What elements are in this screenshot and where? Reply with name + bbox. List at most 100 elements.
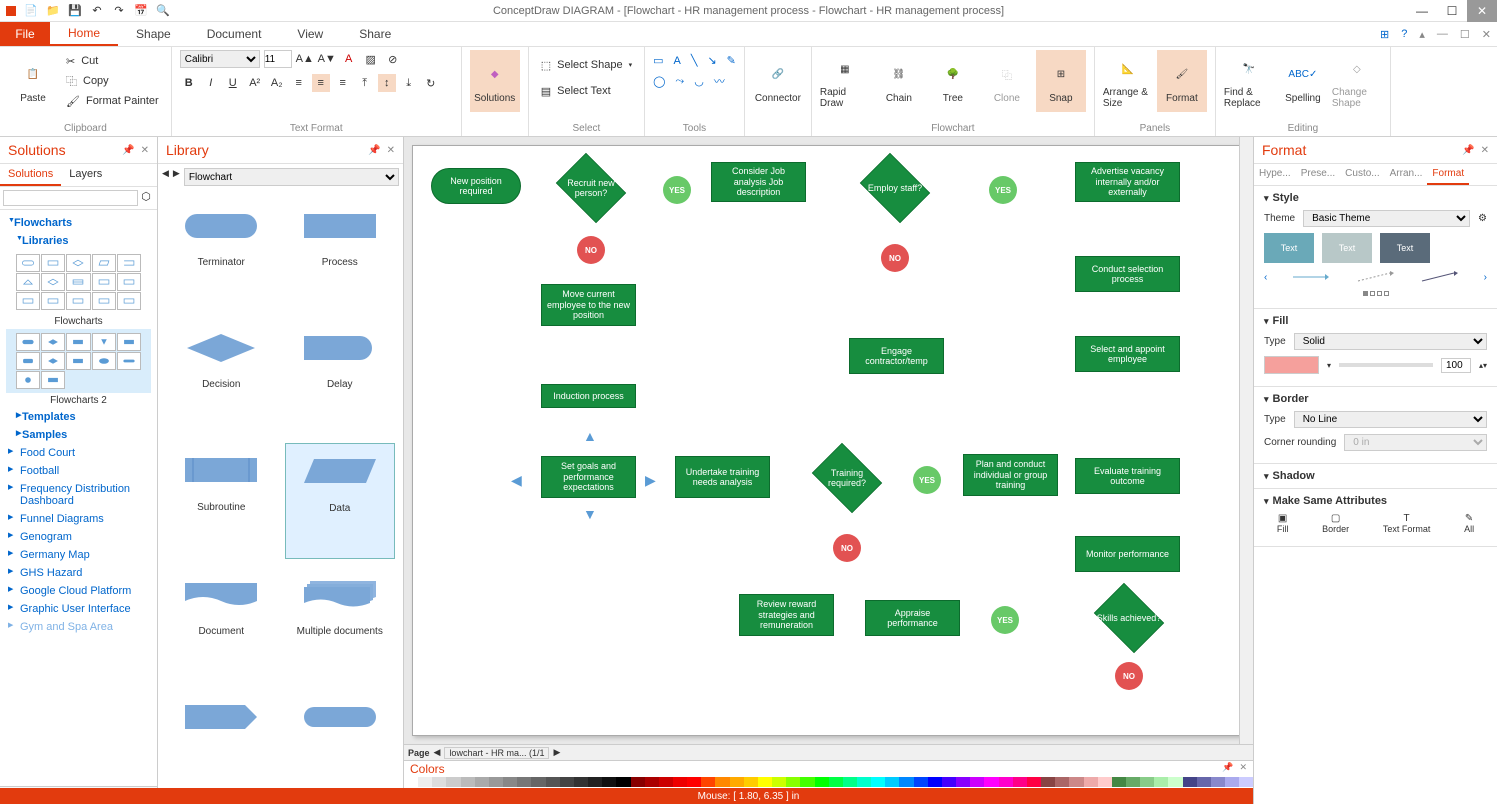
tab-view[interactable]: View xyxy=(279,22,341,46)
shape-multiple-documents[interactable]: Multiple documents xyxy=(285,567,396,681)
font-size-input[interactable] xyxy=(264,50,292,68)
page-next-icon[interactable]: ▶ xyxy=(553,747,560,758)
pin-icon[interactable]: 📌 xyxy=(122,145,134,156)
shape-document[interactable]: Document xyxy=(166,567,277,681)
shape-extra2[interactable] xyxy=(285,690,396,789)
spline-tool-icon[interactable]: 〰 xyxy=(714,73,725,89)
subscript-button[interactable]: A₂ xyxy=(268,74,286,92)
valign-mid-icon[interactable]: ↕ xyxy=(378,74,396,92)
underline-button[interactable]: U xyxy=(224,74,242,92)
new-file-icon[interactable]: 📄 xyxy=(24,4,38,18)
tree-item[interactable]: Funnel Diagrams xyxy=(6,510,151,528)
canvas[interactable]: New position required Recruit new person… xyxy=(412,145,1245,736)
spelling-button[interactable]: ABC✓Spelling xyxy=(1278,50,1328,112)
node-induction[interactable]: Induction process xyxy=(541,384,636,408)
flowcharts-node[interactable]: Flowcharts xyxy=(6,214,151,232)
node-evaluate[interactable]: Evaluate training outcome xyxy=(1075,458,1180,494)
align-right-icon[interactable]: ≡ xyxy=(334,74,352,92)
arrow-style-1[interactable] xyxy=(1291,269,1331,285)
copy-button[interactable]: ⿻Copy xyxy=(62,72,163,90)
node-advertise[interactable]: Advertise vacancy internally and/or exte… xyxy=(1075,162,1180,202)
valign-top-icon[interactable]: ⤒ xyxy=(356,74,374,92)
node-employ[interactable]: Employ staff? xyxy=(855,158,935,218)
shape-process[interactable]: Process xyxy=(285,198,396,312)
nav-arrow-down[interactable]: ▼ xyxy=(583,506,597,522)
page-tab[interactable]: lowchart - HR ma... (1/1 xyxy=(444,747,549,759)
arc-tool-icon[interactable]: ◡ xyxy=(694,75,704,88)
fmt-tab-hype[interactable]: Hype... xyxy=(1254,164,1296,185)
select-text-button[interactable]: ▤Select Text xyxy=(537,82,636,100)
lib-thumbs-1[interactable] xyxy=(6,250,151,314)
decrease-font-icon[interactable]: A▼ xyxy=(318,50,336,68)
tree-item[interactable]: Frequency Distribution Dashboard xyxy=(6,480,151,510)
node-recruit[interactable]: Recruit new person? xyxy=(551,158,631,218)
rect-tool-icon[interactable]: ▭ xyxy=(653,54,663,67)
theme-2[interactable]: Text xyxy=(1322,233,1372,263)
tree-item[interactable]: Graphic User Interface xyxy=(6,600,151,618)
node-consider[interactable]: Consider Job analysis Job description xyxy=(711,162,806,202)
tree-button[interactable]: 🌳Tree xyxy=(928,50,978,112)
border-header[interactable]: Border xyxy=(1264,393,1487,405)
nav-arrow-left[interactable]: ◀ xyxy=(511,472,522,489)
tree-item[interactable]: Gym and Spa Area xyxy=(6,618,151,636)
fmt-tab-format[interactable]: Format xyxy=(1427,164,1469,185)
node-conduct-selection[interactable]: Conduct selection process xyxy=(1075,256,1180,292)
align-left-icon[interactable]: ≡ xyxy=(290,74,308,92)
msa-border-button[interactable]: ▢Border xyxy=(1322,513,1349,534)
tree-item[interactable]: GHS Hazard xyxy=(6,564,151,582)
corner-select[interactable]: 0 in xyxy=(1344,434,1487,451)
superscript-button[interactable]: A² xyxy=(246,74,264,92)
redo-icon[interactable]: ↷ xyxy=(112,4,126,18)
theme-1[interactable]: Text xyxy=(1264,233,1314,263)
node-training-req[interactable]: Training required? xyxy=(807,448,887,508)
italic-button[interactable]: I xyxy=(202,74,220,92)
pin-icon[interactable]: 📌 xyxy=(368,145,380,156)
border-type-select[interactable]: No Line xyxy=(1294,411,1487,428)
format-painter-button[interactable]: 🖌Format Painter xyxy=(62,92,163,110)
layers-tab[interactable]: Layers xyxy=(61,164,110,186)
fill-header[interactable]: Fill xyxy=(1264,315,1487,327)
find-replace-button[interactable]: 🔭Find & Replace xyxy=(1224,50,1274,112)
fill-type-select[interactable]: Solid xyxy=(1294,333,1487,350)
vscrollbar[interactable] xyxy=(1239,137,1253,744)
libraries-node[interactable]: Libraries xyxy=(14,232,151,250)
fmt-tab-custo[interactable]: Custo... xyxy=(1340,164,1384,185)
page-prev-icon[interactable]: ◀ xyxy=(434,747,441,758)
no-3[interactable]: NO xyxy=(833,534,861,562)
rapid-draw-button[interactable]: ▦Rapid Draw xyxy=(820,50,870,112)
msa-text-button[interactable]: TText Format xyxy=(1383,513,1431,534)
nav-right-icon[interactable]: › xyxy=(1484,272,1487,283)
samples-node[interactable]: Samples xyxy=(14,426,151,444)
tab-home[interactable]: Home xyxy=(50,22,118,46)
arrow-tool-icon[interactable]: ↘ xyxy=(707,54,716,67)
clear-format-icon[interactable]: ⊘ xyxy=(384,50,402,68)
inner-min-icon[interactable]: — xyxy=(1437,28,1448,40)
make-same-header[interactable]: Make Same Attributes xyxy=(1264,495,1487,507)
node-skills[interactable]: Skills achieved? xyxy=(1089,588,1169,648)
solutions-button[interactable]: ◆ Solutions xyxy=(470,50,520,112)
nav-left-icon[interactable]: ‹ xyxy=(1264,272,1267,283)
ellipse-tool-icon[interactable]: ◯ xyxy=(653,75,665,88)
file-menu[interactable]: File xyxy=(0,22,50,46)
yes-4[interactable]: YES xyxy=(991,606,1019,634)
pen-tool-icon[interactable]: ✎ xyxy=(727,54,736,67)
pin-icon[interactable]: 📌 xyxy=(1222,762,1233,776)
tab-shape[interactable]: Shape xyxy=(118,22,189,46)
spin-icon[interactable]: ▴▾ xyxy=(1479,361,1487,370)
line-tool-icon[interactable]: ╲ xyxy=(691,54,698,67)
help-icon[interactable]: ? xyxy=(1401,28,1407,40)
library-select[interactable]: Flowchart xyxy=(184,168,399,186)
align-center-icon[interactable]: ≡ xyxy=(312,74,330,92)
date-icon[interactable]: 📅 xyxy=(134,4,148,18)
text-dir-icon[interactable]: ↻ xyxy=(422,74,440,92)
clone-button[interactable]: ⿻Clone xyxy=(982,50,1032,112)
theme-3[interactable]: Text xyxy=(1380,233,1430,263)
snap-button[interactable]: ⊞Snap xyxy=(1036,50,1086,112)
shape-delay[interactable]: Delay xyxy=(285,320,396,434)
opacity-slider[interactable] xyxy=(1339,363,1433,367)
pin-icon[interactable]: 📌 xyxy=(1462,145,1474,156)
highlight-icon[interactable]: ▨ xyxy=(362,50,380,68)
yes-3[interactable]: YES xyxy=(913,466,941,494)
close-icon[interactable]: ✕ xyxy=(1239,762,1247,776)
arrange-size-button[interactable]: 📐Arrange & Size xyxy=(1103,50,1153,112)
